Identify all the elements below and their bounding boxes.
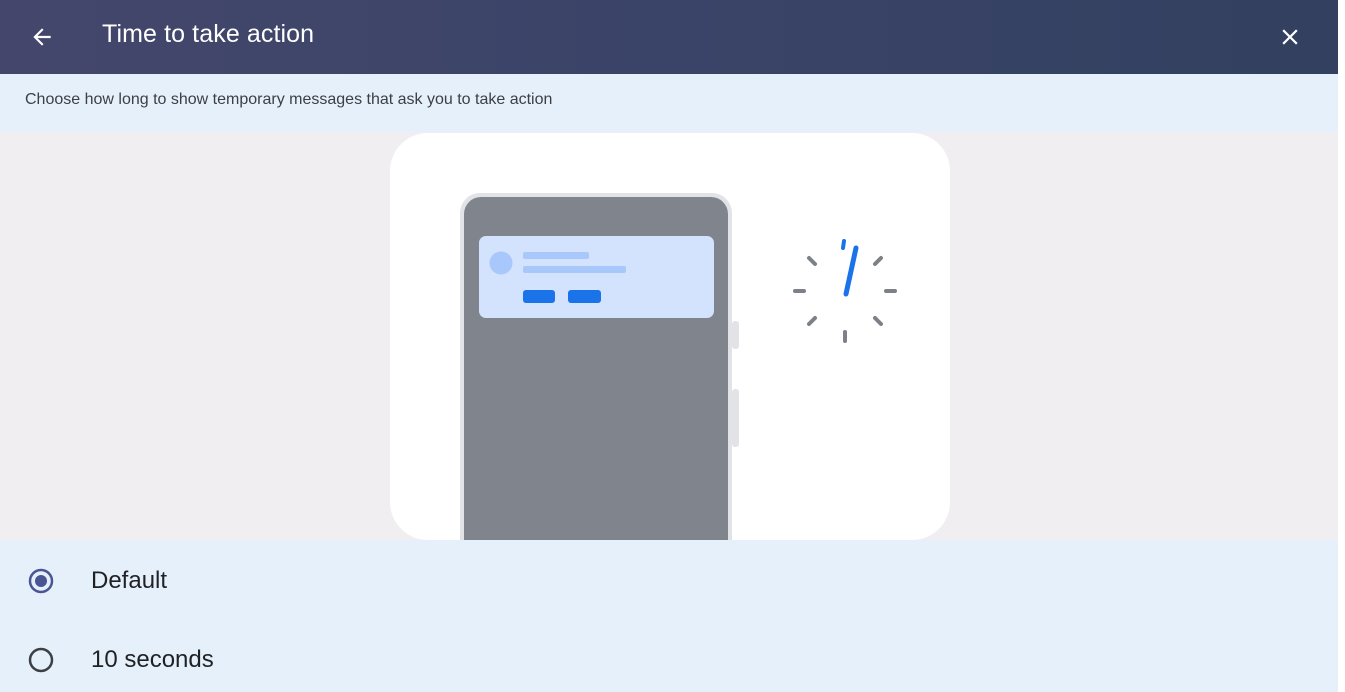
option-label: 10 seconds bbox=[91, 646, 214, 673]
app-bar: Time to take action bbox=[0, 0, 1338, 74]
illustration bbox=[460, 193, 897, 540]
description-text: Choose how long to show temporary messag… bbox=[25, 91, 553, 108]
options-list: Default 10 seconds bbox=[0, 540, 1338, 692]
option-default[interactable]: Default bbox=[0, 544, 1338, 620]
settings-window: Time to take action Choose how long to s… bbox=[0, 0, 1338, 692]
close-icon bbox=[1282, 29, 1298, 45]
radio-selected-icon[interactable] bbox=[27, 567, 55, 595]
back-button[interactable] bbox=[22, 17, 62, 57]
page-title: Time to take action bbox=[102, 20, 315, 48]
illustration-card bbox=[390, 133, 950, 540]
close-button[interactable] bbox=[1270, 17, 1310, 57]
phone-notification-icon bbox=[460, 193, 739, 540]
illustration-area bbox=[0, 132, 1338, 540]
timer-dial-icon bbox=[793, 239, 897, 343]
description-row: Choose how long to show temporary messag… bbox=[0, 74, 1338, 132]
radio-unselected-icon[interactable] bbox=[27, 646, 55, 674]
option-label: Default bbox=[91, 567, 168, 594]
arrow-back-icon bbox=[33, 28, 51, 46]
option-10-seconds[interactable]: 10 seconds bbox=[0, 623, 1338, 692]
